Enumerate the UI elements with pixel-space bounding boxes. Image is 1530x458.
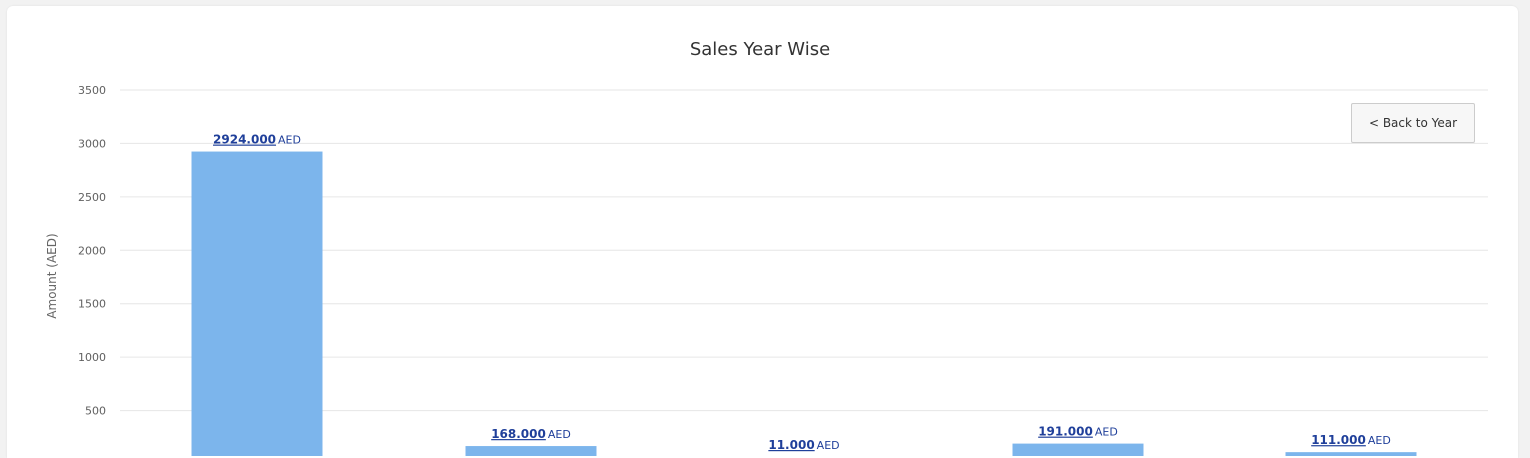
bar-unit-text: AED xyxy=(278,134,301,147)
chart-title: Sales Year Wise xyxy=(690,39,830,60)
y-tick-label: 500 xyxy=(85,405,106,418)
y-tick-label: 3500 xyxy=(78,84,106,97)
bar-unit-text: AED xyxy=(817,439,840,452)
sales-year-wise-chart: Sales Year Wise Amount (AED) 500 1000 1500… xyxy=(45,39,1488,456)
bar-data-label: 11.000 AED xyxy=(768,438,839,452)
bar-value-text: 191.000 xyxy=(1038,425,1093,439)
y-tick-label: 1000 xyxy=(78,351,106,364)
bar-data-label: 111.000 AED xyxy=(1311,433,1391,447)
y-axis-label: Amount (AED) xyxy=(45,233,59,318)
bar-value-text: 168.000 xyxy=(491,427,546,441)
y-tick-label: 2000 xyxy=(78,244,106,257)
bar-unit-text: AED xyxy=(548,428,571,441)
bar[interactable] xyxy=(1012,443,1144,456)
bar-value-text: 11.000 xyxy=(768,438,814,452)
bar-unit-text: AED xyxy=(1095,426,1118,439)
bar[interactable] xyxy=(465,446,597,456)
gridlines xyxy=(120,89,1488,412)
data-labels: 2924.000 AED168.000 AED11.000 AED191.000 AED… xyxy=(213,133,1391,452)
y-tick-label: 3000 xyxy=(78,137,106,150)
bar[interactable] xyxy=(1285,452,1417,456)
bar-data-label: 168.000 AED xyxy=(491,427,571,441)
bar-data-label: 191.000 AED xyxy=(1038,425,1118,439)
y-axis-ticks: 500 1000 1500 2000 2500 3000 3500 xyxy=(78,84,106,418)
y-tick-label: 1500 xyxy=(78,298,106,311)
bar-data-label: 2924.000 AED xyxy=(213,133,301,147)
back-to-year-button[interactable]: < Back to Year xyxy=(1351,103,1475,143)
bar-value-text: 111.000 xyxy=(1311,433,1366,447)
bar-unit-text: AED xyxy=(1368,434,1391,447)
bar[interactable] xyxy=(191,151,323,456)
y-tick-label: 2500 xyxy=(78,191,106,204)
bar-value-text: 2924.000 xyxy=(213,133,276,147)
